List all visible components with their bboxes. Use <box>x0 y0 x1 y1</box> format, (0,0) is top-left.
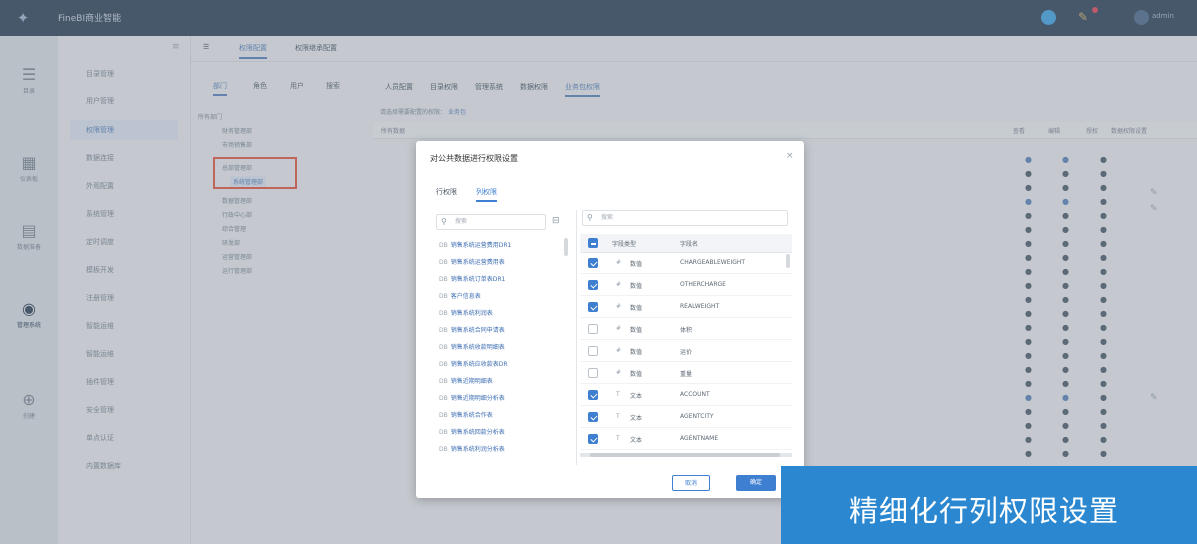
number-type-icon: # <box>616 347 622 354</box>
field-row[interactable]: T 文本 ACCOUNT <box>580 385 792 406</box>
field-type: 文本 <box>630 437 643 444</box>
field-checkbox[interactable] <box>588 390 598 400</box>
db-icon: DB <box>439 361 448 368</box>
field-name: AGENTNAME <box>680 435 719 442</box>
field-row[interactable]: # 数值 OTHERCHARGE <box>580 275 792 296</box>
text-type-icon: T <box>616 435 620 442</box>
field-row[interactable]: # 数值 CHARGEABLEWEIGHT <box>580 253 792 274</box>
field-search-input[interactable]: ⚲ 搜索 <box>582 210 788 226</box>
field-checkbox[interactable] <box>588 324 598 334</box>
number-type-icon: # <box>616 369 622 376</box>
db-icon: DB <box>439 344 448 351</box>
field-table-header: 字段类型 字段名 <box>580 234 792 253</box>
field-checkbox[interactable] <box>588 368 598 378</box>
table-list-item[interactable]: DB 销售系统合作表 <box>439 410 493 419</box>
field-checkbox[interactable] <box>588 280 598 290</box>
table-list-item[interactable]: DB 销售系统利润表 <box>439 308 493 317</box>
db-icon: DB <box>439 276 448 283</box>
cancel-button[interactable]: 取消 <box>672 475 710 491</box>
field-type: 数值 <box>630 327 643 334</box>
field-row[interactable]: # 数值 重量 <box>580 363 792 384</box>
table-list-item[interactable]: DB 销售系统回款分析表 <box>439 427 505 436</box>
field-type: 数值 <box>630 283 643 290</box>
ok-button[interactable]: 确定 <box>736 475 776 491</box>
scrollbar[interactable] <box>564 238 568 256</box>
table-list-item[interactable]: DB 销售系统利润分析表 <box>439 444 505 453</box>
field-row[interactable]: # 数值 体积 <box>580 319 792 340</box>
table-list-item[interactable]: DB 销售系统应收款表DR <box>439 359 508 368</box>
text-type-icon: T <box>616 391 620 398</box>
tab-column-permission[interactable]: 列权限 <box>476 187 497 202</box>
search-icon: ⚲ <box>587 213 593 222</box>
field-row[interactable]: T 文本 AGENTCITY <box>580 407 792 428</box>
field-checkbox[interactable] <box>588 302 598 312</box>
filter-icon[interactable]: ⊟ <box>552 216 560 226</box>
text-type-icon: T <box>616 413 620 420</box>
field-type: 数值 <box>630 261 643 268</box>
number-type-icon: # <box>616 259 622 266</box>
db-icon: DB <box>439 259 448 266</box>
table-list-panel: ⚲ 搜索 ⊟ DB 销售系统运营费用DR1 DB 销售系统运营费用表 DB 销售系统订单表… <box>430 210 577 465</box>
field-row[interactable]: T 文本 AGENTNAME <box>580 429 792 450</box>
banner-text: 精细化行列权限设置 <box>849 494 1120 528</box>
db-icon: DB <box>439 446 448 453</box>
row-column-permission-dialog: 对公共数据进行权限设置 × 行权限 列权限 ⚲ 搜索 ⊟ DB 销售系统运营费用D… <box>416 141 804 498</box>
dialog-title: 对公共数据进行权限设置 <box>430 154 518 163</box>
db-icon: DB <box>439 429 448 436</box>
table-list-item[interactable]: DB 销售系统运营费用表 <box>439 257 505 266</box>
table-list-item[interactable]: DB 客户信息表 <box>439 291 481 300</box>
field-name: 重量 <box>680 371 693 378</box>
field-type: 文本 <box>630 415 643 422</box>
db-icon: DB <box>439 327 448 334</box>
db-icon: DB <box>439 293 448 300</box>
field-type: 数值 <box>630 371 643 378</box>
db-icon: DB <box>439 395 448 402</box>
field-type: 数值 <box>630 305 643 312</box>
table-list-item[interactable]: DB 销售系统运营费用DR1 <box>439 240 511 249</box>
table-list-item[interactable]: DB 销售系统合同申请表 <box>439 325 505 334</box>
field-checkbox[interactable] <box>588 434 598 444</box>
field-name: AGENTCITY <box>680 413 714 420</box>
horizontal-scrollbar[interactable] <box>580 453 792 457</box>
field-name: 体积 <box>680 327 693 334</box>
table-list-item[interactable]: DB 销售系统订单表DR1 <box>439 274 505 283</box>
field-checkbox[interactable] <box>588 346 598 356</box>
db-icon: DB <box>439 412 448 419</box>
search-icon: ⚲ <box>441 217 447 226</box>
field-name: ACCOUNT <box>680 391 710 398</box>
select-all-checkbox[interactable] <box>588 238 598 248</box>
field-name: REALWEIGHT <box>680 303 720 310</box>
db-icon: DB <box>439 310 448 317</box>
field-name: CHARGEABLEWEIGHT <box>680 259 746 266</box>
table-search-input[interactable]: ⚲ 搜索 <box>436 214 546 230</box>
tab-row-permission[interactable]: 行权限 <box>436 187 457 197</box>
field-checkbox[interactable] <box>588 412 598 422</box>
caption-banner: 精细化行列权限设置 <box>781 466 1197 544</box>
field-row[interactable]: # 数值 REALWEIGHT <box>580 297 792 318</box>
number-type-icon: # <box>616 303 622 310</box>
table-list-item[interactable]: DB 销售近期明细分析表 <box>439 393 505 402</box>
db-icon: DB <box>439 378 448 385</box>
field-list-panel: ⚲ 搜索 字段类型 字段名 # 数值 CHARGEABLEWEIGHT # 数值 OTHE… <box>580 210 792 465</box>
number-type-icon: # <box>616 325 622 332</box>
field-checkbox[interactable] <box>588 258 598 268</box>
table-list-item[interactable]: DB 销售近期明细表 <box>439 376 493 385</box>
number-type-icon: # <box>616 281 622 288</box>
table-list-item[interactable]: DB 销售系统收款明细表 <box>439 342 505 351</box>
field-name: 运价 <box>680 349 693 356</box>
field-name: OTHERCHARGE <box>680 281 726 288</box>
field-type: 文本 <box>630 393 643 400</box>
close-icon[interactable]: × <box>786 151 794 161</box>
scrollbar[interactable] <box>786 254 790 268</box>
field-type: 数值 <box>630 349 643 356</box>
field-row[interactable]: # 数值 运价 <box>580 341 792 362</box>
db-icon: DB <box>439 242 448 249</box>
